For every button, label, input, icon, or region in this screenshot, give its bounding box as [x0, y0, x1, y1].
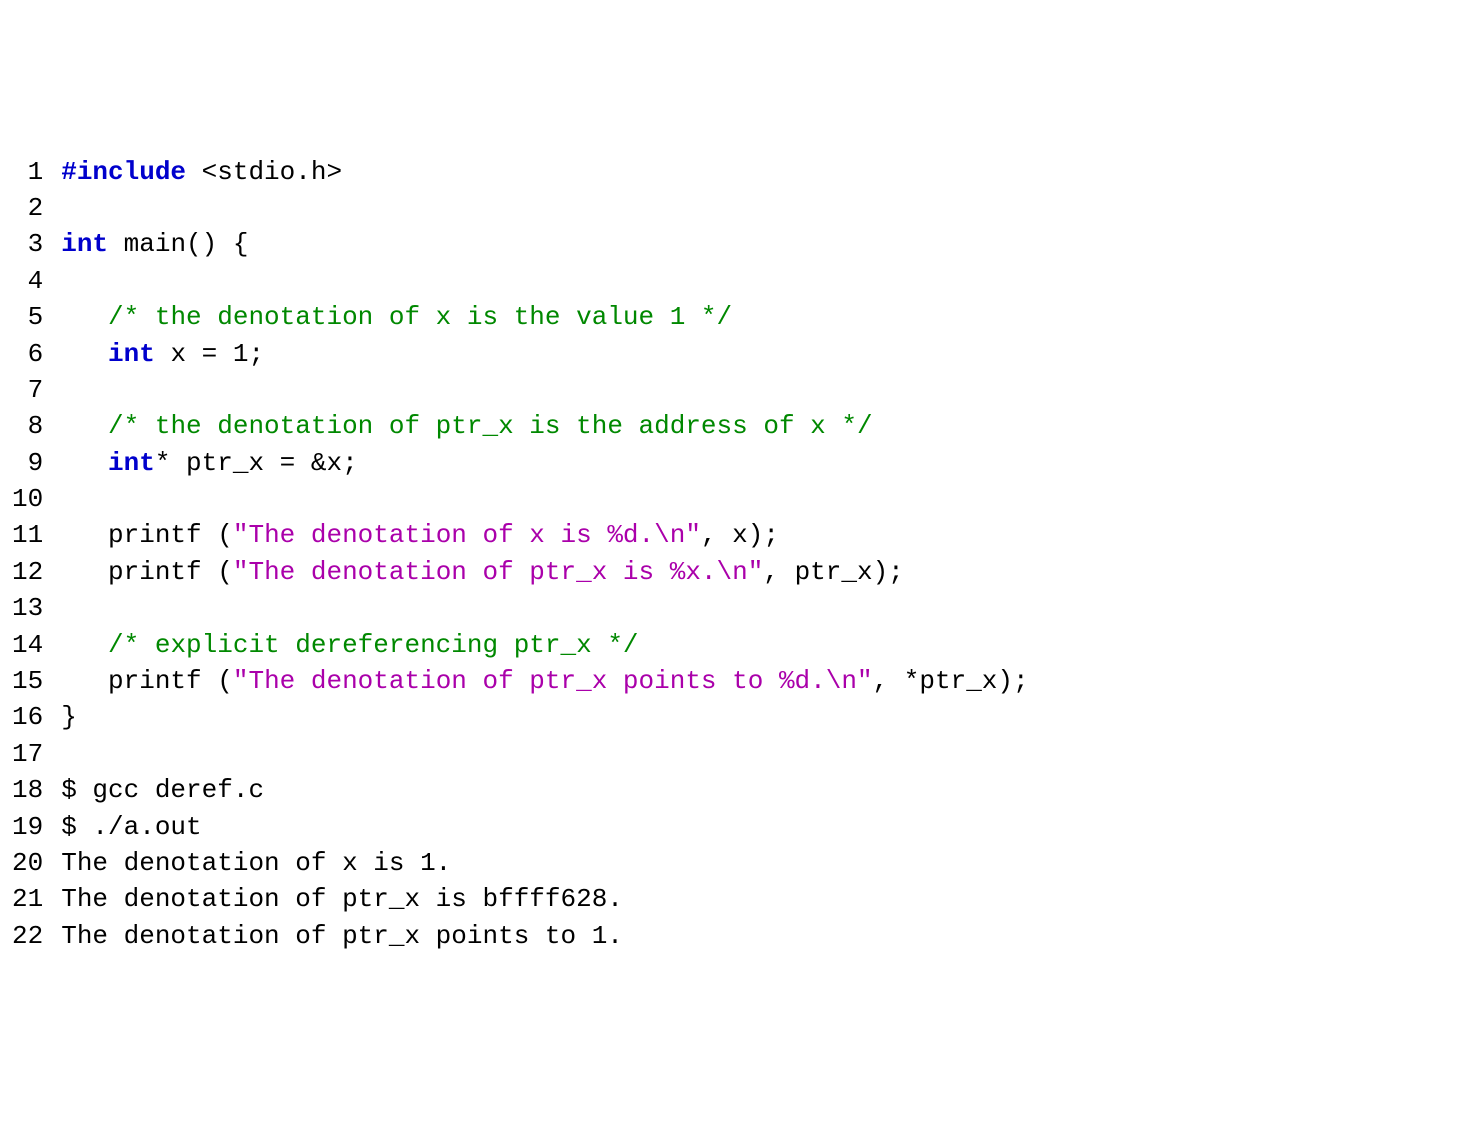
- code-line: [61, 263, 1458, 299]
- line-number: 7: [12, 372, 43, 408]
- line-number: 13: [12, 590, 43, 626]
- code-token: [61, 302, 108, 332]
- line-number: 16: [12, 699, 43, 735]
- code-line: /* explicit dereferencing ptr_x */: [61, 627, 1458, 663]
- code-line: [61, 372, 1458, 408]
- code-line: [61, 736, 1458, 772]
- code-token: /* the denotation of x is the value 1 */: [108, 302, 732, 332]
- line-number: 20: [12, 845, 43, 881]
- line-number: 21: [12, 881, 43, 917]
- code-line: The denotation of ptr_x points to 1.: [61, 918, 1458, 954]
- code-token: printf (: [61, 520, 233, 550]
- line-number: 5: [12, 299, 43, 335]
- code-line: }: [61, 699, 1458, 735]
- code-line: The denotation of ptr_x is bffff628.: [61, 881, 1458, 917]
- code-line: int x = 1;: [61, 336, 1458, 372]
- code-token: , ptr_x);: [763, 557, 903, 587]
- code-token: [61, 411, 108, 441]
- line-number: 15: [12, 663, 43, 699]
- code-line: [61, 590, 1458, 626]
- code-token: x = 1;: [155, 339, 264, 369]
- line-number: 6: [12, 336, 43, 372]
- line-number: 22: [12, 918, 43, 954]
- code-token: , *ptr_x);: [873, 666, 1029, 696]
- code-line: printf ("The denotation of ptr_x is %x.\…: [61, 554, 1458, 590]
- code-token: "The denotation of ptr_x points to %d.\n…: [233, 666, 873, 696]
- code-listing: 12345678910111213141516171819202122 #inc…: [12, 154, 1458, 955]
- code-line: int* ptr_x = &x;: [61, 445, 1458, 481]
- code-line: #include <stdio.h>: [61, 154, 1458, 190]
- code-line: [61, 190, 1458, 226]
- line-number: 9: [12, 445, 43, 481]
- code-token: [61, 630, 108, 660]
- code-token: int: [108, 448, 155, 478]
- code-token: int: [108, 339, 155, 369]
- code-line: /* the denotation of x is the value 1 */: [61, 299, 1458, 335]
- code-token: printf (: [61, 666, 233, 696]
- code-token: "The denotation of ptr_x is %x.\n": [233, 557, 764, 587]
- code-token: The denotation of ptr_x is bffff628.: [61, 884, 623, 914]
- code-token: $ gcc deref.c: [61, 775, 264, 805]
- line-number: 10: [12, 481, 43, 517]
- code-token: , x);: [701, 520, 779, 550]
- line-number: 11: [12, 517, 43, 553]
- line-number-gutter: 12345678910111213141516171819202122: [12, 154, 61, 955]
- code-line: printf ("The denotation of ptr_x points …: [61, 663, 1458, 699]
- code-line: $ gcc deref.c: [61, 772, 1458, 808]
- code-token: /* explicit dereferencing ptr_x */: [108, 630, 639, 660]
- code-line: int main() {: [61, 226, 1458, 262]
- line-number: 3: [12, 226, 43, 262]
- code-token: printf (: [61, 557, 233, 587]
- line-number: 8: [12, 408, 43, 444]
- line-number: 12: [12, 554, 43, 590]
- code-token: $ ./a.out: [61, 812, 201, 842]
- code-token: [61, 448, 108, 478]
- code-token: }: [61, 702, 77, 732]
- code-token: "The denotation of x is %d.\n": [233, 520, 701, 550]
- code-line: /* the denotation of ptr_x is the addres…: [61, 408, 1458, 444]
- line-number: 1: [12, 154, 43, 190]
- code-token: The denotation of x is 1.: [61, 848, 451, 878]
- code-line: The denotation of x is 1.: [61, 845, 1458, 881]
- code-line: $ ./a.out: [61, 809, 1458, 845]
- line-number: 2: [12, 190, 43, 226]
- code-token: [61, 339, 108, 369]
- code-token: /* the denotation of ptr_x is the addres…: [108, 411, 873, 441]
- code-token: The denotation of ptr_x points to 1.: [61, 921, 623, 951]
- line-number: 19: [12, 809, 43, 845]
- code-line: printf ("The denotation of x is %d.\n", …: [61, 517, 1458, 553]
- line-number: 14: [12, 627, 43, 663]
- code-token: int: [61, 229, 108, 259]
- line-number: 4: [12, 263, 43, 299]
- code-line: [61, 481, 1458, 517]
- code-token: main() {: [108, 229, 248, 259]
- code-token: * ptr_x = &x;: [155, 448, 358, 478]
- line-number: 17: [12, 736, 43, 772]
- code-token: <stdio.h>: [186, 157, 342, 187]
- code-content: #include <stdio.h> int main() { /* the d…: [61, 154, 1458, 955]
- line-number: 18: [12, 772, 43, 808]
- code-token: #include: [61, 157, 186, 187]
